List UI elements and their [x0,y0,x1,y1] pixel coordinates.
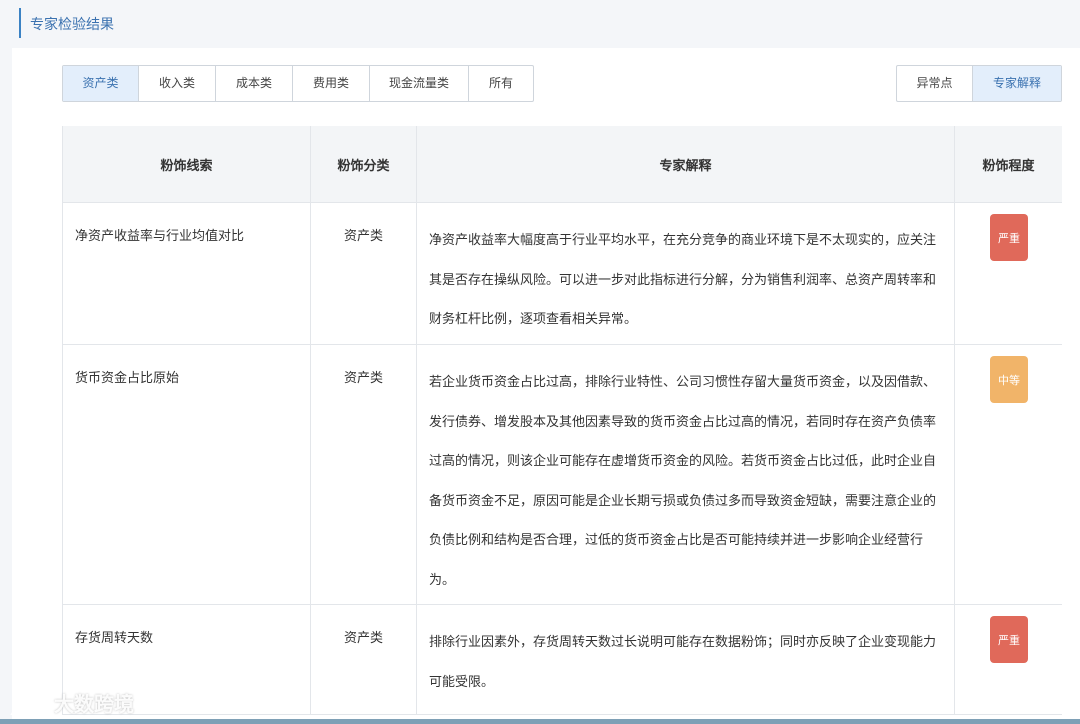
clue-cell: 货币资金占比原始 [63,345,311,604]
header-clue: 粉饰线索 [63,126,311,202]
explanation-cell: 净资产收益率大幅度高于行业平均水平，在充分竞争的商业环境下是不太现实的，应关注其… [417,203,955,344]
expert-explanation-button[interactable]: 专家解释 [973,66,1061,101]
header-explanation: 专家解释 [417,126,955,202]
tab-expense[interactable]: 费用类 [293,66,370,101]
tab-income[interactable]: 收入类 [139,66,216,101]
tab-all[interactable]: 所有 [469,66,533,101]
tab-asset[interactable]: 资产类 [63,66,139,101]
header-accent-bar [19,8,21,38]
page-header: 专家检验结果 [0,0,1080,48]
watermark-text: 大数跨境 [54,692,134,716]
clue-cell: 净资产收益率与行业均值对比 [63,203,311,344]
table-row: 货币资金占比原始 资产类 若企业货币资金占比过高，排除行业特性、公司习惯性存留大… [63,345,1062,605]
view-toggle: 异常点 专家解释 [896,65,1062,102]
expert-table: 粉饰线索 粉饰分类 专家解释 粉饰程度 净资产收益率与行业均值对比 资产类 净资… [62,126,1062,715]
table-row: 存货周转天数 资产类 排除行业因素外，存货周转天数过长说明可能存在数据粉饰；同时… [63,605,1062,715]
header-level: 粉饰程度 [982,158,1035,174]
header-category: 粉饰分类 [311,126,417,202]
watermark: 大数跨境 [10,688,134,717]
severity-badge: 严重 [990,214,1028,261]
level-cell: 严重 [955,605,1062,714]
explanation-cell: 排除行业因素外，存货周转天数过长说明可能存在数据粉饰；同时亦反映了企业变现能力可… [417,605,955,714]
chat-bubble-logo-icon [10,692,45,715]
tab-cash-flow[interactable]: 现金流量类 [370,66,469,101]
category-cell: 资产类 [311,345,417,604]
category-cell: 资产类 [311,203,417,344]
category-cell: 资产类 [311,605,417,714]
table-row: 净资产收益率与行业均值对比 资产类 净资产收益率大幅度高于行业平均水平，在充分竞… [63,203,1062,345]
anomaly-button[interactable]: 异常点 [897,66,973,101]
bottom-border [0,719,1080,724]
category-tabs: 资产类 收入类 成本类 费用类 现金流量类 所有 [62,65,534,102]
level-cell: 中等 [955,345,1062,604]
table-header-row: 粉饰线索 粉饰分类 专家解释 粉饰程度 [63,126,1062,203]
severity-badge: 严重 [990,616,1028,663]
page-title: 专家检验结果 [30,17,114,33]
level-cell: 严重 [955,203,1062,344]
explanation-cell: 若企业货币资金占比过高，排除行业特性、公司习惯性存留大量货币资金，以及因借款、发… [417,345,955,604]
tab-cost[interactable]: 成本类 [216,66,293,101]
severity-badge: 中等 [990,356,1028,403]
